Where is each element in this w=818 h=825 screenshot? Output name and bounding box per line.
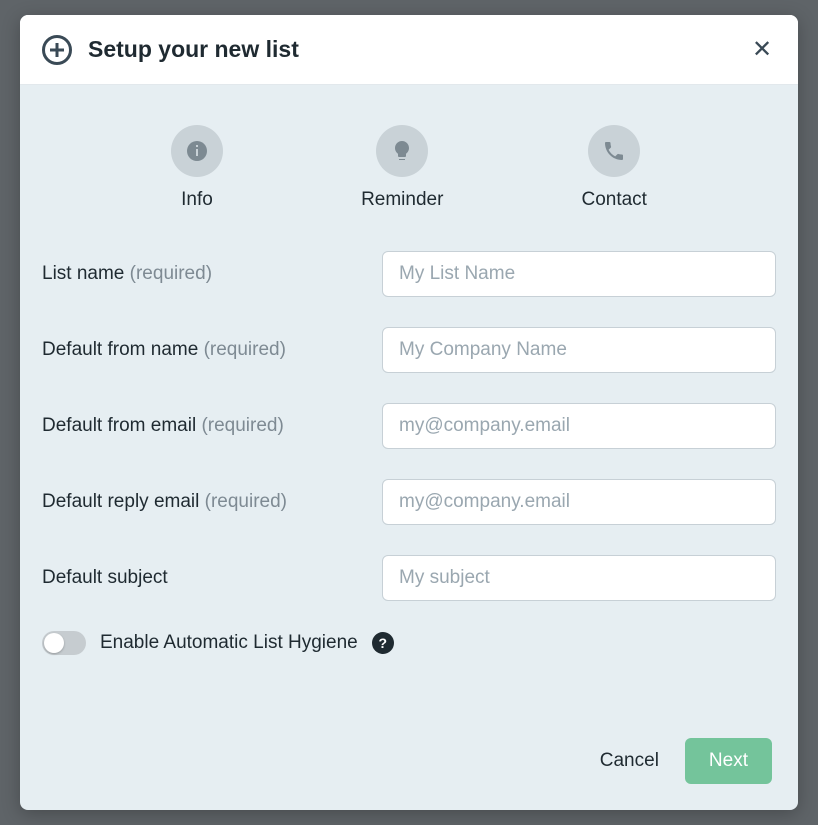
label-from-name: Default from name (required) bbox=[42, 339, 382, 361]
step-contact[interactable]: Contact bbox=[581, 125, 646, 211]
from-email-input[interactable] bbox=[382, 403, 776, 449]
row-hygiene-toggle: Enable Automatic List Hygiene ? bbox=[42, 631, 776, 655]
step-label: Contact bbox=[581, 189, 646, 211]
label-from-email: Default from email (required) bbox=[42, 415, 382, 437]
hygiene-toggle[interactable] bbox=[42, 631, 86, 655]
step-reminder[interactable]: Reminder bbox=[361, 125, 443, 211]
label-subject: Default subject bbox=[42, 567, 382, 589]
row-subject: Default subject bbox=[42, 555, 776, 601]
cancel-button[interactable]: Cancel bbox=[596, 740, 663, 782]
row-from-email: Default from email (required) bbox=[42, 403, 776, 449]
wizard-steps: Info Reminder Contact bbox=[102, 125, 716, 211]
next-button[interactable]: Next bbox=[685, 738, 772, 784]
row-list-name: List name (required) bbox=[42, 251, 776, 297]
step-info[interactable]: Info bbox=[171, 125, 223, 211]
modal-body: Info Reminder Contact List name (require… bbox=[20, 85, 798, 720]
help-icon[interactable]: ? bbox=[372, 632, 394, 654]
label-list-name: List name (required) bbox=[42, 263, 382, 285]
plus-circle-icon bbox=[42, 35, 72, 65]
row-from-name: Default from name (required) bbox=[42, 327, 776, 373]
lightbulb-icon bbox=[376, 125, 428, 177]
close-button[interactable]: ✕ bbox=[748, 36, 776, 64]
list-name-input[interactable] bbox=[382, 251, 776, 297]
modal-title: Setup your new list bbox=[88, 36, 299, 63]
reply-email-input[interactable] bbox=[382, 479, 776, 525]
phone-icon bbox=[588, 125, 640, 177]
row-reply-email: Default reply email (required) bbox=[42, 479, 776, 525]
close-icon: ✕ bbox=[752, 36, 772, 63]
from-name-input[interactable] bbox=[382, 327, 776, 373]
step-label: Info bbox=[181, 189, 213, 211]
info-icon bbox=[171, 125, 223, 177]
hygiene-toggle-label: Enable Automatic List Hygiene bbox=[100, 632, 358, 654]
subject-input[interactable] bbox=[382, 555, 776, 601]
modal-footer: Cancel Next bbox=[20, 720, 798, 810]
setup-list-modal: Setup your new list ✕ Info Reminder bbox=[20, 15, 798, 810]
modal-header: Setup your new list ✕ bbox=[20, 15, 798, 85]
step-label: Reminder bbox=[361, 189, 443, 211]
label-reply-email: Default reply email (required) bbox=[42, 491, 382, 513]
